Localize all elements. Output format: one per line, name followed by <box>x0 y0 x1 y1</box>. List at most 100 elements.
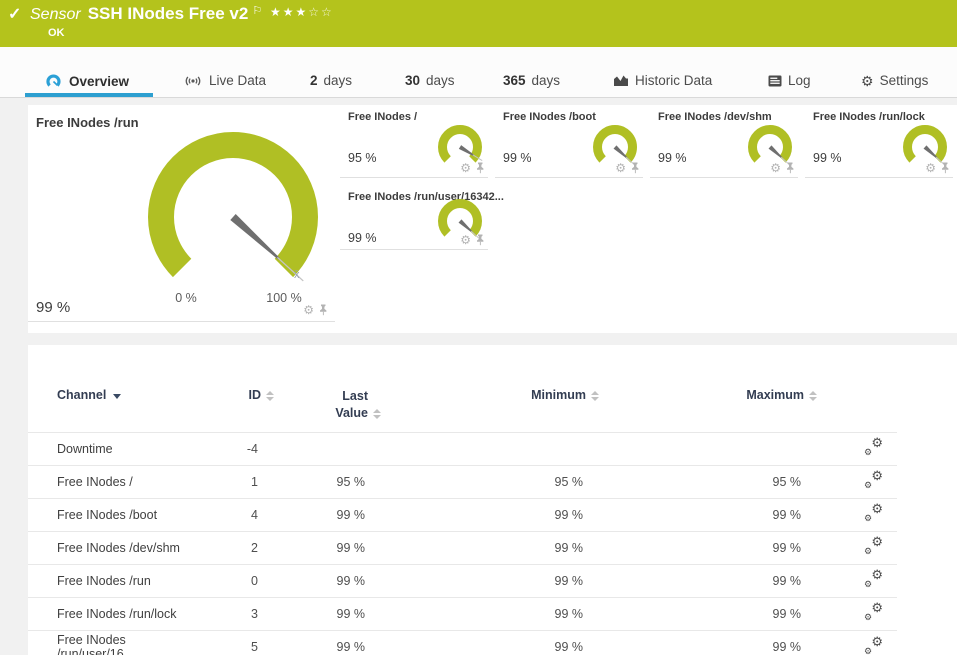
tab-historic-data[interactable]: Historic Data <box>613 73 712 88</box>
tab-live-data[interactable]: Live Data <box>183 73 266 88</box>
channel-name[interactable]: Free INodes /run/user/16... <box>28 629 197 655</box>
channel-settings-icon[interactable]: ⚙ ⚙ <box>864 502 883 523</box>
table-row[interactable]: Free INodes /run 0 99 % 99 % 99 % ⚙ ⚙ <box>28 563 897 598</box>
tab-label: Log <box>788 73 811 88</box>
channel-maximum: 99 % <box>599 530 817 565</box>
stars-empty[interactable]: ☆☆ <box>308 5 334 19</box>
tab-overview[interactable]: Overview <box>45 73 129 89</box>
sensor-header: ✓ Sensor SSH INodes Free v2 ⚐ ★★★☆☆ OK <box>0 0 957 47</box>
page-title: SSH INodes Free v2 <box>87 4 249 23</box>
channel-id: 3 <box>197 596 274 631</box>
status-badge: OK <box>48 27 65 39</box>
flag-icon[interactable]: ⚐ <box>252 5 262 17</box>
channel-minimum: 99 % <box>381 530 599 565</box>
table-row[interactable]: Free INodes /dev/shm 2 99 % 99 % 99 % ⚙ ⚙ <box>28 530 897 565</box>
gauge-value: 99 % <box>658 151 687 165</box>
col-header-channel[interactable]: Channel <box>28 375 197 432</box>
priority-stars[interactable]: ★★★☆☆ <box>270 5 334 19</box>
gauge-cell-actions: ⚙ <box>460 162 485 174</box>
channel-settings-icon[interactable]: ⚙ ⚙ <box>864 535 883 556</box>
channel-name[interactable]: Downtime <box>28 432 197 465</box>
gear-icon[interactable]: ⚙ <box>460 234 471 246</box>
sort-icon <box>809 390 817 401</box>
col-header-last-value[interactable]: Last Value <box>274 375 381 432</box>
gauge-icon <box>46 74 61 87</box>
gauge-free-inodes-boot[interactable]: Free INodes /boot 99 % ⚙ <box>495 105 643 178</box>
channel-settings-icon[interactable]: ⚙ ⚙ <box>864 436 883 457</box>
gauge-scale-min: 0 % <box>175 291 197 305</box>
stars-filled[interactable]: ★★★ <box>270 5 308 19</box>
table-row[interactable]: Free INodes /run/lock 3 99 % 99 % 99 % ⚙… <box>28 596 897 631</box>
gauge-value: 99 % <box>348 231 377 245</box>
gear-icon[interactable]: ⚙ <box>460 162 471 174</box>
channel-settings-icon[interactable]: ⚙ ⚙ <box>864 601 883 622</box>
tab-label: Overview <box>69 73 130 89</box>
gauge-free-inodes-root[interactable]: Free INodes / 95 % ⚙ <box>340 105 488 178</box>
channel-id: 1 <box>197 464 274 499</box>
channel-name[interactable]: Free INodes /run <box>28 563 197 598</box>
channel-table: Channel ID Last Value Minimum Maximum Do… <box>28 375 897 655</box>
tab-settings[interactable]: ⚙ Settings <box>861 73 928 88</box>
channel-last-value: 99 % <box>274 563 381 598</box>
table-row[interactable]: Free INodes /boot 4 99 % 99 % 99 % ⚙ ⚙ <box>28 497 897 532</box>
channel-id: 5 <box>197 629 274 655</box>
table-row[interactable]: Downtime -4 ⚙ ⚙ <box>28 432 897 465</box>
active-tab-underline <box>25 93 153 97</box>
sort-icon <box>591 390 599 401</box>
col-header-actions <box>817 375 897 432</box>
channel-maximum: 99 % <box>599 563 817 598</box>
log-list-icon <box>768 75 782 86</box>
channel-name[interactable]: Free INodes /dev/shm <box>28 530 197 565</box>
col-header-minimum[interactable]: Minimum <box>381 375 599 432</box>
pin-icon[interactable] <box>475 162 485 174</box>
tab-log[interactable]: Log <box>768 73 811 88</box>
col-header-id[interactable]: ID <box>197 375 274 432</box>
gauge-cell-actions: ⚙ <box>615 162 640 174</box>
table-row[interactable]: Free INodes / 1 95 % 95 % 95 % ⚙ ⚙ <box>28 464 897 499</box>
col-header-maximum[interactable]: Maximum <box>599 375 817 432</box>
tab-2-days[interactable]: 2 days <box>310 73 352 88</box>
channel-settings-icon[interactable]: ⚙ ⚙ <box>864 568 883 589</box>
tab-label: days <box>531 73 561 88</box>
channel-last-value: 99 % <box>274 596 381 631</box>
pin-icon[interactable] <box>318 304 328 316</box>
channel-last-value: 99 % <box>274 530 381 565</box>
tab-label: days <box>323 73 353 88</box>
channel-name[interactable]: Free INodes /run/lock <box>28 596 197 631</box>
gear-icon[interactable]: ⚙ <box>615 162 626 174</box>
channel-name[interactable]: Free INodes / <box>28 464 197 499</box>
gauge-value: 99 % <box>813 151 842 165</box>
gauge-free-inodes-run-lock[interactable]: Free INodes /run/lock 99 % ⚙ <box>805 105 953 178</box>
channel-settings-icon[interactable]: ⚙ ⚙ <box>864 469 883 490</box>
gear-icon[interactable]: ⚙ <box>770 162 781 174</box>
channel-minimum <box>381 432 599 465</box>
tab-30-days[interactable]: 30 days <box>405 73 455 88</box>
channel-name[interactable]: Free INodes /boot <box>28 497 197 532</box>
channel-minimum: 95 % <box>381 464 599 499</box>
gauge-value: 99 % <box>36 299 71 316</box>
channel-minimum: 99 % <box>381 629 599 655</box>
channel-last-value: 99 % <box>274 629 381 655</box>
pin-icon[interactable] <box>475 234 485 246</box>
tab-number: 2 <box>310 73 318 88</box>
gear-icon[interactable]: ⚙ <box>303 304 314 316</box>
status-ok-check-icon: ✓ <box>8 6 22 23</box>
gauge-primary[interactable]: Free INodes /run 0 % 100 % x̄ 99 % ⚙ <box>28 105 335 322</box>
gauge-dial <box>148 131 318 282</box>
channel-maximum: 99 % <box>599 596 817 631</box>
channel-minimum: 99 % <box>381 563 599 598</box>
tab-365-days[interactable]: 365 days <box>503 73 560 88</box>
table-row[interactable]: Free INodes /run/user/16... 5 99 % 99 % … <box>28 629 897 655</box>
channel-settings-icon[interactable]: ⚙ ⚙ <box>864 635 883 655</box>
pin-icon[interactable] <box>630 162 640 174</box>
tab-label: Live Data <box>209 73 267 88</box>
gear-icon[interactable]: ⚙ <box>925 162 936 174</box>
tab-label: days <box>426 73 455 88</box>
gauge-free-inodes-run-user[interactable]: Free INodes /run/user/16342... 99 % ⚙ <box>340 185 504 250</box>
pin-icon[interactable] <box>785 162 795 174</box>
sort-desc-icon <box>113 394 122 399</box>
channel-id: 2 <box>197 530 274 565</box>
pin-icon[interactable] <box>940 162 950 174</box>
channel-maximum: 95 % <box>599 464 817 499</box>
gauge-free-inodes-dev-shm[interactable]: Free INodes /dev/shm 99 % ⚙ <box>650 105 798 178</box>
